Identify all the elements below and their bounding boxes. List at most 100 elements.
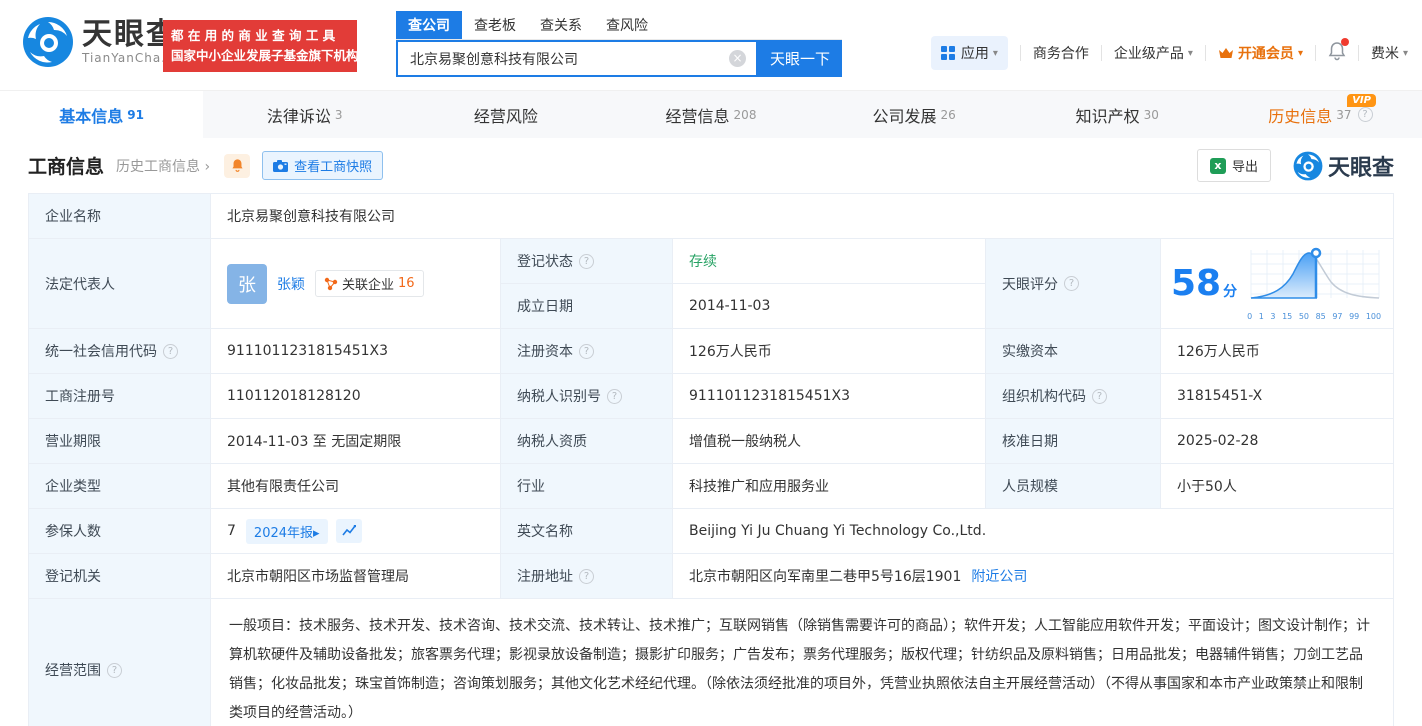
reg-number-value: 110112018128120 bbox=[211, 374, 501, 418]
help-icon[interactable]: ? bbox=[107, 662, 122, 678]
notification-dot bbox=[1340, 37, 1349, 46]
reg-status-label: 登记状态 ? bbox=[501, 239, 673, 283]
crown-icon bbox=[1218, 48, 1233, 58]
tianyancha-watermark: 天眼查 bbox=[1293, 150, 1394, 182]
credit-code-label: 统一社会信用代码 ? bbox=[29, 329, 211, 373]
apps-menu[interactable]: 应用 ▾ bbox=[930, 36, 1008, 70]
tab-intellectual-property[interactable]: 知识产权 30 bbox=[1016, 91, 1219, 138]
org-code-value: 31815451-X bbox=[1177, 388, 1263, 404]
table-row: 工商注册号 110112018128120 纳税人识别号 ? 911101123… bbox=[29, 374, 1393, 419]
monitor-bell-icon[interactable] bbox=[224, 153, 251, 178]
nav-vip-membership[interactable]: 开通会员 ▾ bbox=[1218, 43, 1303, 63]
score-value: 58 bbox=[1171, 262, 1222, 304]
taxpayer-id-value: 9111011231815451X3 bbox=[673, 374, 986, 418]
score-marker bbox=[1310, 247, 1322, 259]
main-tabbar: 基本信息 91 法律诉讼 3 经营风险 经营信息 208 公司发展 26 知识产… bbox=[0, 90, 1422, 138]
help-icon[interactable]: ? bbox=[579, 253, 594, 269]
search-tab-company[interactable]: 查公司 bbox=[396, 11, 462, 39]
taxpayer-id-label: 纳税人识别号 ? bbox=[501, 374, 673, 418]
staff-size-value: 小于50人 bbox=[1177, 479, 1237, 495]
reg-address-cell: 北京市朝阳区向军南里二巷甲5号16层1901 附近公司 bbox=[673, 554, 1393, 598]
export-button[interactable]: x 导出 bbox=[1196, 149, 1271, 182]
user-menu[interactable]: 费米 ▾ bbox=[1371, 43, 1408, 63]
search-input[interactable] bbox=[398, 50, 756, 67]
tab-legal-proceedings[interactable]: 法律诉讼 3 bbox=[203, 91, 406, 138]
page-header: 天眼查 TianYanCha.com 都 在 用 的 商 业 查 询 工 具 国… bbox=[0, 0, 1422, 90]
tab-basic-info[interactable]: 基本信息 91 bbox=[0, 91, 204, 138]
industry-label: 行业 bbox=[501, 464, 673, 508]
apps-label: 应用 bbox=[960, 46, 989, 62]
nearby-companies-link[interactable]: 附近公司 bbox=[971, 566, 1027, 586]
establish-date-label: 成立日期 bbox=[501, 284, 673, 328]
help-icon[interactable]: ? bbox=[579, 568, 594, 584]
search-tab-risk[interactable]: 查风险 bbox=[594, 11, 660, 39]
business-scope-label: 经营范围 ? bbox=[29, 599, 211, 726]
slogan-line2: 国家中小企业发展子基金旗下机构 bbox=[171, 48, 359, 63]
view-business-snapshot-button[interactable]: 查看工商快照 bbox=[262, 151, 384, 180]
reg-address-label: 注册地址 ? bbox=[501, 554, 673, 598]
table-row: 登记机关 北京市朝阳区市场监督管理局 注册地址 ? 北京市朝阳区向军南里二巷甲5… bbox=[29, 554, 1393, 599]
help-icon[interactable]: ? bbox=[1064, 276, 1079, 291]
reg-status-value: 存续 bbox=[689, 254, 717, 270]
clear-search-icon[interactable]: × bbox=[729, 50, 746, 67]
search-button[interactable]: 天眼一下 bbox=[758, 40, 842, 77]
tab-company-development[interactable]: 公司发展 26 bbox=[813, 91, 1016, 138]
company-type-label: 企业类型 bbox=[29, 464, 211, 508]
business-scope-value: 一般项目：技术服务、技术开发、技术咨询、技术交流、技术转让、技术推广；互联网销售… bbox=[229, 618, 1370, 721]
trend-chart-icon[interactable] bbox=[335, 519, 362, 543]
logo-swirl-icon bbox=[23, 17, 73, 67]
taxpayer-quality-label: 纳税人资质 bbox=[501, 419, 673, 463]
help-icon[interactable]: ? bbox=[607, 388, 622, 404]
tab-history-info[interactable]: VIP 历史信息 37 ? bbox=[1219, 91, 1422, 138]
company-name-value: 北京易聚创意科技有限公司 bbox=[227, 209, 395, 225]
table-row: 营业期限 2014-11-03 至 无固定期限 纳税人资质 增值税一般纳税人 核… bbox=[29, 419, 1393, 464]
section-title: 工商信息 bbox=[28, 156, 105, 178]
business-term-value: 2014-11-03 至 无固定期限 bbox=[211, 419, 501, 463]
help-icon[interactable]: ? bbox=[1357, 107, 1373, 122]
tab-operating-risk[interactable]: 经营风险 bbox=[406, 91, 609, 138]
paid-capital-value: 126万人民币 bbox=[1177, 344, 1260, 360]
legal-rep-label: 法定代表人 bbox=[29, 239, 211, 328]
business-term-label: 营业期限 bbox=[29, 419, 211, 463]
help-icon[interactable]: ? bbox=[163, 343, 178, 359]
camera-icon bbox=[273, 159, 289, 172]
caret-right-icon: ▸ bbox=[313, 525, 320, 541]
industry-value: 科技推广和应用服务业 bbox=[673, 464, 986, 508]
search-area: 查公司 查老板 查关系 查风险 × 天眼一下 bbox=[396, 11, 842, 77]
slogan-line1: 都 在 用 的 商 业 查 询 工 具 bbox=[171, 28, 336, 43]
company-type-value: 其他有限责任公司 bbox=[211, 464, 501, 508]
nav-cooperation[interactable]: 商务合作 bbox=[1033, 43, 1089, 63]
legal-rep-name-link[interactable]: 张颖 bbox=[277, 274, 305, 294]
table-row: 企业类型 其他有限责任公司 行业 科技推广和应用服务业 人员规模 小于50人 bbox=[29, 464, 1393, 509]
table-row: 企业名称 北京易聚创意科技有限公司 bbox=[29, 194, 1393, 239]
establish-date-value: 2014-11-03 bbox=[689, 298, 771, 314]
paid-capital-label: 实缴资本 bbox=[986, 329, 1161, 373]
history-business-info-link[interactable]: 历史工商信息 › bbox=[116, 156, 210, 176]
help-icon[interactable]: ? bbox=[579, 343, 594, 359]
search-tab-relation[interactable]: 查关系 bbox=[528, 11, 594, 39]
table-row: 法定代表人 张 张颖 关联企业 16 登记状态 ? 存续 成立日期 2014-1… bbox=[29, 239, 1393, 329]
notification-bell-icon[interactable] bbox=[1328, 37, 1349, 65]
table-row: 统一社会信用代码 ? 9111011231815451X3 注册资本 ? 126… bbox=[29, 329, 1393, 374]
legal-rep-cell: 张 张颖 关联企业 16 bbox=[211, 239, 501, 328]
nav-enterprise-products[interactable]: 企业级产品 ▾ bbox=[1114, 43, 1193, 63]
help-icon[interactable]: ? bbox=[1092, 388, 1107, 404]
score-curve-chart: 01 3 15 50 85 97 99 100 bbox=[1245, 246, 1383, 321]
reg-address-value: 北京市朝阳区向军南里二巷甲5号16层1901 bbox=[689, 569, 962, 585]
annual-report-badge[interactable]: 2024年报▸ bbox=[245, 518, 328, 544]
score-axis-ticks: 01 3 15 50 85 97 99 100 bbox=[1247, 312, 1382, 321]
excel-icon: x bbox=[1209, 157, 1226, 174]
related-network-icon bbox=[324, 277, 338, 290]
search-tab-boss[interactable]: 查老板 bbox=[462, 11, 528, 39]
caret-down-icon: ▾ bbox=[1187, 47, 1193, 59]
insured-count-value: 7 bbox=[227, 523, 236, 539]
credit-code-value: 9111011231815451X3 bbox=[211, 329, 501, 373]
related-companies-badge[interactable]: 关联企业 16 bbox=[315, 270, 424, 297]
org-code-label: 组织机构代码 ? bbox=[986, 374, 1161, 418]
caret-down-icon: ▾ bbox=[1297, 47, 1303, 59]
caret-down-icon: ▾ bbox=[992, 47, 998, 59]
insured-count-label: 参保人数 bbox=[29, 509, 211, 553]
tab-operating-info[interactable]: 经营信息 208 bbox=[609, 91, 812, 138]
legal-rep-avatar[interactable]: 张 bbox=[227, 263, 267, 304]
reg-authority-label: 登记机关 bbox=[29, 554, 211, 598]
